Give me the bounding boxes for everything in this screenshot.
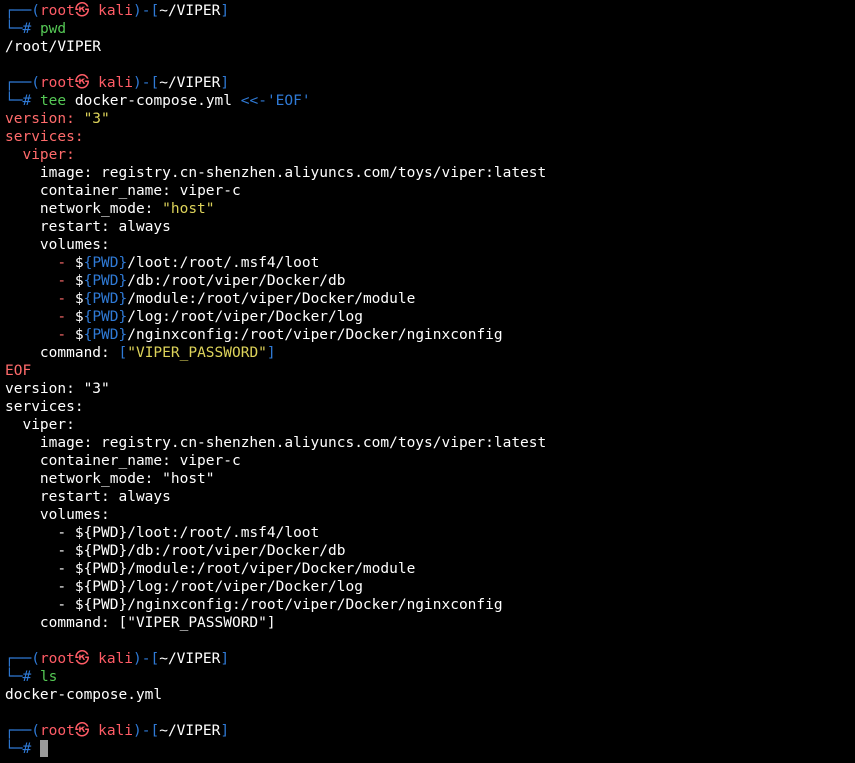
prompt-line-top: ┌──(root㉿ kali)-[~/VIPER] (5, 723, 230, 739)
prompt-hash: # (22, 21, 32, 37)
output-line: services: (5, 399, 84, 415)
heredoc-line: volumes: (5, 237, 110, 253)
heredoc-line: viper: (5, 147, 75, 163)
prompt-path: ~/VIPER (159, 651, 221, 667)
prompt-path: ~/VIPER (159, 3, 221, 19)
heredoc-line: - ${PWD}/module:/root/viper/Docker/modul… (57, 291, 416, 307)
heredoc-line: - ${PWD}/log:/root/viper/Docker/log (57, 309, 363, 325)
output-line: container_name: viper-c (5, 453, 241, 469)
heredoc-operator: <<-'EOF' (240, 93, 311, 109)
prompt-user: root (39, 723, 75, 739)
prompt-at-icon: ㉿ (74, 651, 90, 667)
heredoc-line: - ${PWD}/db:/root/viper/Docker/db (57, 273, 346, 289)
heredoc-line: network_mode: "host" (5, 201, 215, 217)
command-arg: docker-compose.yml (74, 93, 233, 109)
heredoc-line: - ${PWD}/nginxconfig:/root/viper/Docker/… (57, 327, 503, 343)
output-line: - ${PWD}/loot:/root/.msf4/loot (5, 525, 320, 541)
prompt-at-icon: ㉿ (74, 75, 90, 91)
prompt-line-top: ┌──(root㉿ kali)-[~/VIPER] (5, 3, 230, 19)
terminal-window[interactable]: ┌──(root㉿ kali)-[~/VIPER] └─# pwd /root/… (5, 2, 853, 758)
cursor-block[interactable] (39, 740, 48, 757)
heredoc-line: container_name: viper-c (5, 183, 241, 199)
prompt-host: kali (98, 723, 134, 739)
output-line: docker-compose.yml (5, 687, 163, 703)
heredoc-line: image: registry.cn-shenzhen.aliyuncs.com… (5, 165, 547, 181)
prompt-user: root (39, 75, 75, 91)
prompt-at-icon: ㉿ (74, 3, 90, 19)
prompt-line-top: ┌──(root㉿ kali)-[~/VIPER] (5, 651, 230, 667)
heredoc-line: command: ["VIPER_PASSWORD"] (5, 345, 276, 361)
prompt-line-top: ┌──(root㉿ kali)-[~/VIPER] (5, 75, 230, 91)
command-ls: ls (39, 669, 58, 685)
output-line: - ${PWD}/log:/root/viper/Docker/log (5, 579, 363, 595)
output-line: /root/VIPER (5, 39, 102, 55)
command-pwd: pwd (39, 21, 67, 37)
output-line: image: registry.cn-shenzhen.aliyuncs.com… (5, 435, 547, 451)
heredoc-line: services: (5, 129, 84, 145)
output-line: restart: always (5, 489, 171, 505)
output-line: volumes: (5, 507, 110, 523)
prompt-line-command: └─# ls (5, 669, 58, 685)
command-tee: tee (39, 93, 67, 109)
heredoc-line: - ${PWD}/loot:/root/.msf4/loot (57, 255, 320, 271)
output-line: viper: (5, 417, 75, 433)
prompt-path: ~/VIPER (159, 723, 221, 739)
active-command-line[interactable]: └─# (5, 740, 853, 758)
output-line: - ${PWD}/nginxconfig:/root/viper/Docker/… (5, 597, 503, 613)
output-line: version: "3" (5, 381, 110, 397)
heredoc-line: version: "3" (5, 111, 110, 127)
heredoc-terminator: EOF (5, 363, 32, 379)
output-line: network_mode: "host" (5, 471, 215, 487)
prompt-at-icon: ㉿ (74, 723, 90, 739)
heredoc-line: restart: always (5, 219, 171, 235)
prompt-host: kali (98, 3, 134, 19)
prompt-line-command: └─# tee docker-compose.yml <<-'EOF' (5, 93, 311, 109)
prompt-corner: ┌── (5, 3, 32, 19)
output-line: command: ["VIPER_PASSWORD"] (5, 615, 276, 631)
prompt-line-command: └─# pwd (5, 21, 67, 37)
output-line: - ${PWD}/module:/root/viper/Docker/modul… (5, 561, 416, 577)
output-line: - ${PWD}/db:/root/viper/Docker/db (5, 543, 346, 559)
prompt-user: root (39, 3, 75, 19)
prompt-host: kali (98, 651, 134, 667)
prompt-user: root (39, 651, 75, 667)
prompt-path: ~/VIPER (159, 75, 221, 91)
prompt-host: kali (98, 75, 134, 91)
